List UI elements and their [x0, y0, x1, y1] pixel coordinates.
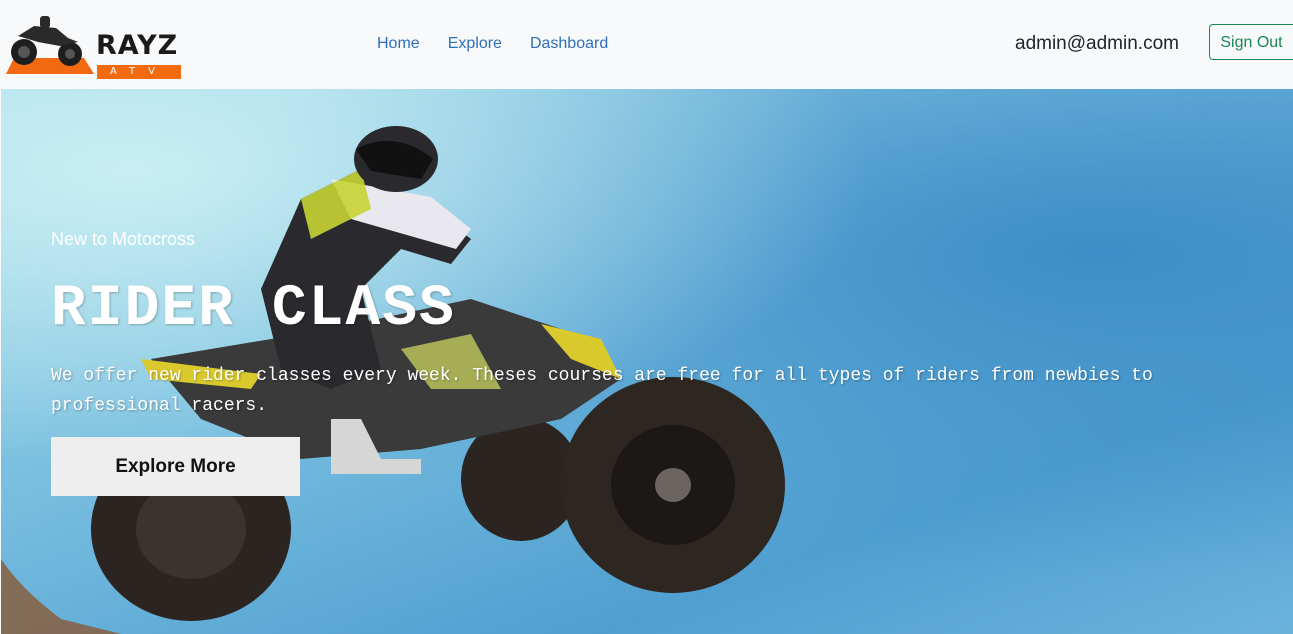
atv-logo-icon: [6, 16, 94, 74]
hero-title: RIDER CLASS: [51, 277, 456, 342]
user-email: admin@admin.com: [1015, 33, 1179, 54]
nav-explore-link[interactable]: Explore: [434, 33, 516, 55]
navbar: RAYZ ATV Home Explore Dashboard admin@ad…: [0, 0, 1293, 89]
nav-home-link[interactable]: Home: [363, 33, 434, 55]
brand-name: RAYZ: [96, 30, 179, 61]
brand-logo[interactable]: RAYZ ATV: [4, 12, 182, 79]
sign-out-button[interactable]: Sign Out: [1209, 24, 1293, 60]
explore-more-button[interactable]: Explore More: [51, 437, 300, 496]
hero-banner: New to Motocross RIDER CLASS We offer ne…: [1, 89, 1293, 634]
hero-subtitle: New to Motocross: [51, 229, 196, 249]
hero-description: We offer new rider classes every week. T…: [51, 366, 1153, 416]
nav-dashboard-link[interactable]: Dashboard: [516, 33, 622, 55]
brand-sub: ATV: [97, 65, 181, 79]
main-nav: Home Explore Dashboard: [363, 33, 622, 55]
